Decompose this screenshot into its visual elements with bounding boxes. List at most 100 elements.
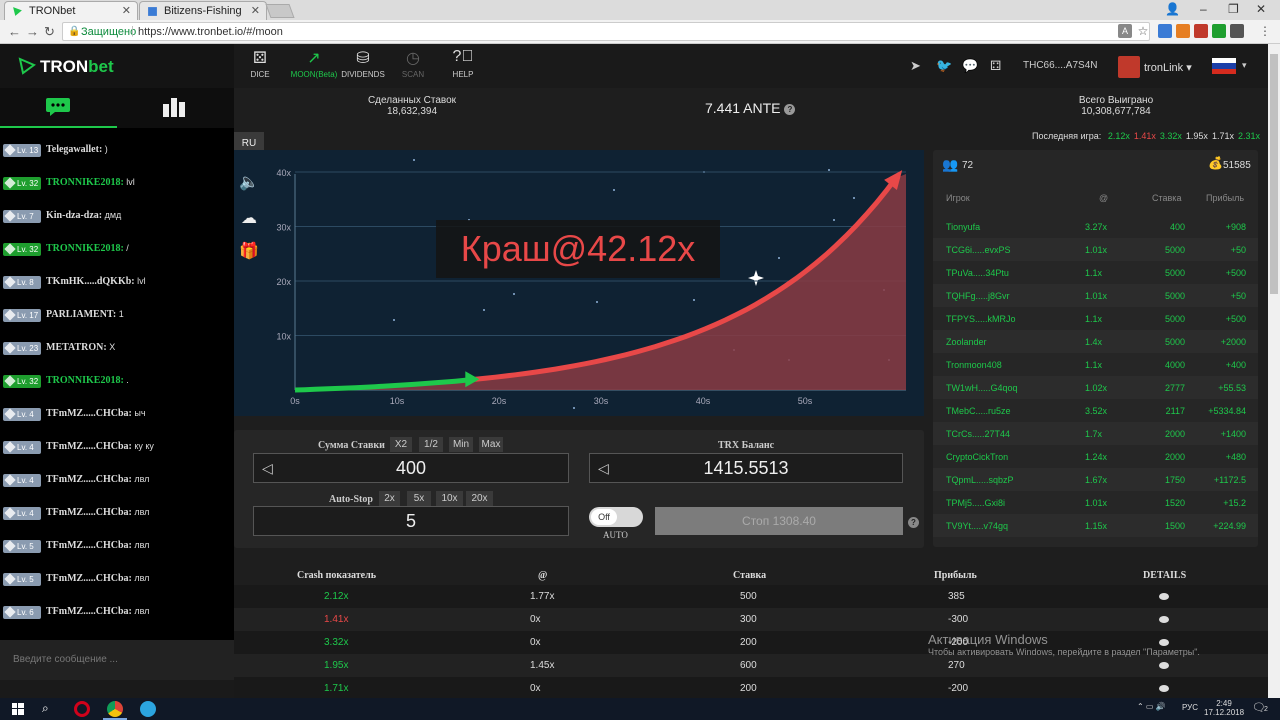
player-bet: 5000	[1164, 245, 1185, 255]
close-window-icon[interactable]: ✕	[1256, 2, 1266, 16]
leaderboard-tab-icon[interactable]	[162, 96, 186, 118]
autostop-10x-button[interactable]: 10x	[436, 491, 463, 506]
max-button[interactable]: Max	[479, 437, 503, 452]
maximize-icon[interactable]: ❐	[1228, 2, 1239, 16]
autostop-5x-button[interactable]: 5x	[407, 491, 431, 506]
windows-start-icon[interactable]	[12, 703, 24, 715]
autostop-2x-button[interactable]: 2x	[379, 491, 400, 506]
page-scrollbar[interactable]	[1268, 44, 1280, 698]
chat-input[interactable]: Введите сообщение ...	[0, 640, 234, 680]
chat-username[interactable]: Kin-dza-dza: дмд	[46, 210, 121, 221]
back-icon[interactable]: ←	[8, 24, 21, 39]
chat-username[interactable]: TFmMZ.....CHCba: лвл	[46, 540, 149, 551]
coins-icon: ⛁	[356, 50, 370, 67]
tab-bitizens[interactable]: Bitizens-Fishing ✕	[139, 1, 267, 20]
extension-icon[interactable]	[1176, 24, 1190, 38]
help-circle-icon[interactable]: ?	[908, 517, 919, 528]
weather-snow-icon[interactable]: ☁	[237, 208, 261, 232]
player-name: TPuVa.....34Ptu	[946, 268, 1009, 278]
history-at: 0x	[530, 683, 541, 694]
bet-amount-label: Сумма Ставки	[318, 440, 385, 451]
bet-amount-input[interactable]: ◁ 400	[253, 453, 569, 483]
tray-icons[interactable]: ⌃ ▭ 🔊	[1137, 702, 1166, 711]
autostop-input[interactable]: 5	[253, 506, 569, 536]
menu-icon[interactable]: ⋮	[1258, 24, 1272, 38]
star	[393, 319, 395, 321]
close-tab-icon[interactable]: ✕	[251, 4, 260, 17]
chrome-icon[interactable]	[107, 701, 123, 717]
gift-icon[interactable]: 🎁	[237, 241, 261, 265]
search-icon[interactable]: ⌕	[42, 701, 49, 716]
dice-link-icon[interactable]: ⚃	[990, 58, 1001, 74]
chevron-down-icon[interactable]: ▾	[1242, 60, 1247, 71]
chat-username[interactable]: TRONNIKE2018: lvl	[46, 177, 135, 188]
extension-icon[interactable]	[1230, 24, 1244, 38]
auto-toggle[interactable]: Off	[589, 507, 643, 527]
chat-username[interactable]: TRONNIKE2018: .	[46, 375, 129, 386]
input-language[interactable]: РУС	[1182, 703, 1198, 712]
chat-username[interactable]: TFmMZ.....CHCba: лвл	[46, 507, 149, 518]
chat-username[interactable]: METATRON: X	[46, 342, 115, 353]
forward-icon[interactable]: →	[26, 24, 39, 39]
scrollbar-thumb[interactable]	[1270, 54, 1278, 294]
wechat-icon[interactable]: 💬	[962, 58, 978, 74]
stop-button[interactable]: Стоп 1308.40	[655, 507, 903, 535]
player-at: 1.1x	[1085, 360, 1103, 370]
col-profit: Прибыль	[934, 570, 977, 581]
autostop-20x-button[interactable]: 20x	[466, 491, 493, 506]
chat-username[interactable]: TKmHK.....dQKKb: lvl	[46, 276, 146, 287]
telegram-icon[interactable]: ➤	[910, 58, 921, 74]
nav-help[interactable]: ?⃝ HELP	[435, 48, 491, 79]
chat-username[interactable]: TFmMZ.....CHCba: лвл	[46, 573, 149, 584]
minimize-icon[interactable]: –	[1200, 2, 1207, 16]
bookmark-star-icon[interactable]: ☆	[1136, 24, 1150, 38]
new-tab-button[interactable]	[265, 4, 295, 18]
crash-chart: 40x 30x 20x 10x 0s 10s 20s 30s 40s 50s	[234, 150, 924, 416]
dice-icon: ⚄	[253, 50, 267, 67]
chat-username[interactable]: TRONNIKE2018: /	[46, 243, 129, 254]
tronbet-logo[interactable]: TRONbet	[0, 44, 234, 88]
eye-icon[interactable]	[1159, 662, 1169, 669]
extension-icon[interactable]	[1158, 24, 1172, 38]
chat-username[interactable]: PARLIAMENT: 1	[46, 309, 124, 320]
player-row: TW1wH.....G4qoq 1.02x 2777 +55.53	[933, 376, 1258, 399]
twitter-icon[interactable]: 🐦	[936, 58, 952, 74]
level-badge: Lv. 5	[3, 540, 41, 553]
opera-icon[interactable]	[74, 701, 90, 717]
address-bar[interactable]: 🔒 Защищено | https://www.tronbet.io/#/mo…	[62, 22, 1150, 41]
eye-icon[interactable]	[1159, 593, 1169, 600]
nav-dividends[interactable]: ⛁ DIVIDENDS	[335, 48, 391, 79]
reload-icon[interactable]: ↻	[44, 24, 55, 40]
extension-icon[interactable]	[1194, 24, 1208, 38]
player-at: 1.02x	[1085, 383, 1108, 393]
extension-icon[interactable]	[1212, 24, 1226, 38]
help-circle-icon[interactable]: ?	[784, 104, 796, 115]
chat-username[interactable]: TFmMZ.....CHCba: ыч	[46, 408, 146, 419]
wallet-address[interactable]: THC66....A7S4N	[1023, 60, 1097, 71]
clock[interactable]: 2:49 17.12.2018	[1204, 699, 1244, 717]
eye-icon[interactable]	[1159, 685, 1169, 692]
profile-icon[interactable]: 👤	[1165, 2, 1180, 16]
half-button[interactable]: 1/2	[419, 437, 443, 452]
chat-username[interactable]: Telegawallet: )	[46, 144, 108, 155]
player-at: 1.01x	[1085, 291, 1108, 301]
russian-flag-icon[interactable]	[1212, 58, 1236, 74]
active-tab-underline	[0, 126, 117, 128]
chat-text: лвл	[131, 573, 150, 583]
tab-tronbet[interactable]: TRONbet ✕	[4, 1, 138, 20]
telegram-taskbar-icon[interactable]	[140, 701, 156, 717]
chat-tab-icon[interactable]	[45, 97, 71, 117]
last-game-multiplier: 1.41x	[1133, 131, 1156, 141]
min-button[interactable]: Min	[449, 437, 473, 452]
chat-username[interactable]: TFmMZ.....CHCba: лвл	[46, 606, 149, 617]
close-tab-icon[interactable]: ✕	[122, 4, 131, 17]
chat-username[interactable]: TFmMZ.....CHCba: лвл	[46, 474, 149, 485]
chat-username[interactable]: TFmMZ.....CHCba: ку ку	[46, 441, 154, 452]
nav-scan[interactable]: ◷ SCAN	[385, 48, 441, 79]
nav-dice[interactable]: ⚄ DICE	[232, 48, 288, 79]
translate-icon[interactable]: A	[1118, 24, 1132, 38]
x2-button[interactable]: X2	[390, 437, 412, 452]
player-row: Zoolander 1.4x 5000 +2000	[933, 330, 1258, 353]
sound-icon[interactable]: 🔈	[237, 172, 261, 196]
eye-icon[interactable]	[1159, 616, 1169, 623]
